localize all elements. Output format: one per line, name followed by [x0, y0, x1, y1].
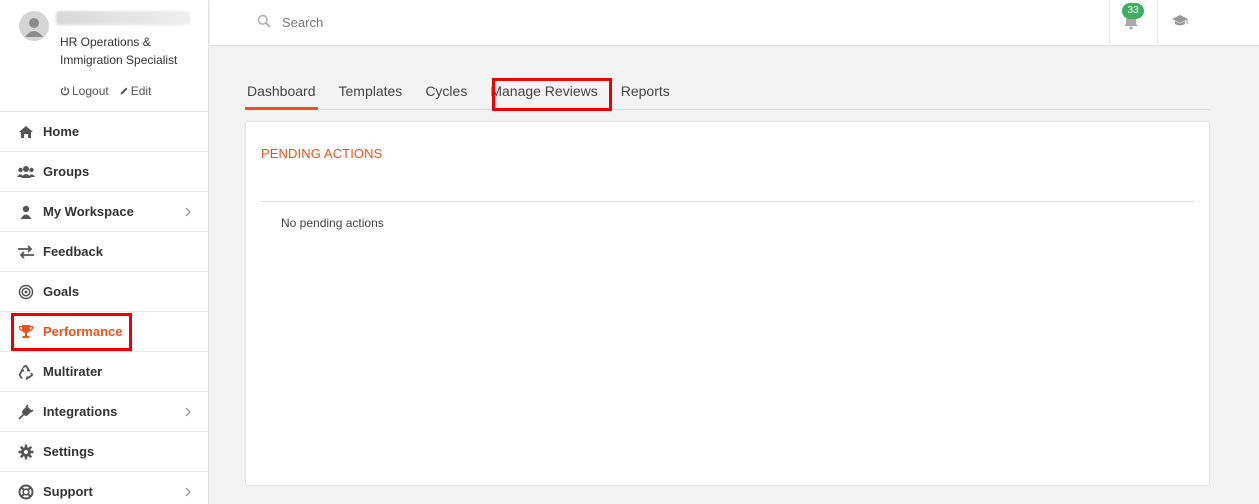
sidebar-item-multirater[interactable]: Multirater — [0, 352, 208, 392]
pencil-icon — [120, 87, 128, 95]
sidebar-item-performance[interactable]: Performance — [0, 312, 208, 352]
user-name-redacted — [56, 11, 190, 25]
search-input[interactable] — [282, 10, 882, 34]
home-icon — [17, 123, 35, 141]
sidebar-item-support[interactable]: Support — [0, 472, 208, 504]
edit-link[interactable]: Edit — [119, 84, 152, 98]
recycle-icon — [17, 363, 35, 381]
top-bar: 33 — [210, 0, 1259, 46]
logout-label: Logout — [72, 84, 109, 98]
sidebar-item-label: Home — [43, 124, 80, 139]
power-icon — [60, 86, 70, 96]
exchange-icon — [17, 243, 35, 261]
profile-section: HR Operations & Immigration Specialist L… — [0, 0, 208, 112]
sidebar-item-settings[interactable]: Settings — [0, 432, 208, 472]
plug-icon — [17, 403, 35, 421]
tab-bar: Dashboard Templates Cycles Manage Review… — [245, 77, 1210, 110]
empty-state-text: No pending actions — [281, 216, 384, 230]
users-icon — [17, 163, 35, 181]
sidebar-item-label: Performance — [43, 324, 123, 339]
sidebar-item-label: My Workspace — [43, 204, 134, 219]
sidebar-item-label: Multirater — [43, 364, 103, 379]
sidebar-item-label: Feedback — [43, 244, 103, 259]
tab-reports[interactable]: Reports — [619, 77, 672, 110]
notification-badge[interactable]: 33 — [1122, 3, 1144, 19]
target-icon — [17, 283, 35, 301]
sidebar-item-label: Integrations — [43, 404, 118, 419]
sidebar-item-groups[interactable]: Groups — [0, 152, 208, 192]
sidebar-item-label: Goals — [43, 284, 80, 299]
gear-icon — [17, 443, 35, 461]
edit-label: Edit — [130, 84, 152, 98]
tab-cycles[interactable]: Cycles — [423, 77, 469, 110]
sidebar: HR Operations & Immigration Specialist L… — [0, 0, 209, 504]
panel-divider — [261, 201, 1194, 202]
sidebar-item-label: Settings — [43, 444, 95, 459]
tab-manage-reviews[interactable]: Manage Reviews — [488, 77, 599, 110]
user-silhouette-icon — [25, 18, 43, 37]
life-ring-icon — [17, 483, 35, 501]
trophy-icon — [17, 323, 35, 341]
panel-title: PENDING ACTIONS — [261, 146, 383, 161]
avatar[interactable] — [19, 11, 49, 41]
tab-templates[interactable]: Templates — [337, 77, 405, 110]
sidebar-item-feedback[interactable]: Feedback — [0, 232, 208, 272]
search-icon — [257, 14, 271, 33]
user-role: HR Operations & Immigration Specialist — [60, 35, 178, 67]
sidebar-item-my-workspace[interactable]: My Workspace — [0, 192, 208, 232]
sidebar-item-label: Groups — [43, 164, 90, 179]
chevron-right-icon — [185, 485, 191, 500]
tab-dashboard[interactable]: Dashboard — [245, 77, 318, 110]
sidebar-item-integrations[interactable]: Integrations — [0, 392, 208, 432]
topbar-divider — [1157, 0, 1158, 46]
profile-links: Logout Edit — [60, 84, 151, 98]
topbar-divider — [1109, 0, 1110, 46]
sidebar-nav: Home Groups My Workspace Feedback Goals … — [0, 112, 208, 504]
logout-link[interactable]: Logout — [60, 84, 109, 98]
sidebar-item-label: Support — [43, 484, 93, 499]
pending-actions-panel: PENDING ACTIONS No pending actions — [245, 121, 1210, 486]
sidebar-item-home[interactable]: Home — [0, 112, 208, 152]
chevron-right-icon — [185, 205, 191, 220]
graduation-cap-icon[interactable] — [1171, 14, 1189, 33]
chevron-right-icon — [185, 405, 191, 420]
sidebar-item-goals[interactable]: Goals — [0, 272, 208, 312]
user-icon — [17, 203, 35, 221]
